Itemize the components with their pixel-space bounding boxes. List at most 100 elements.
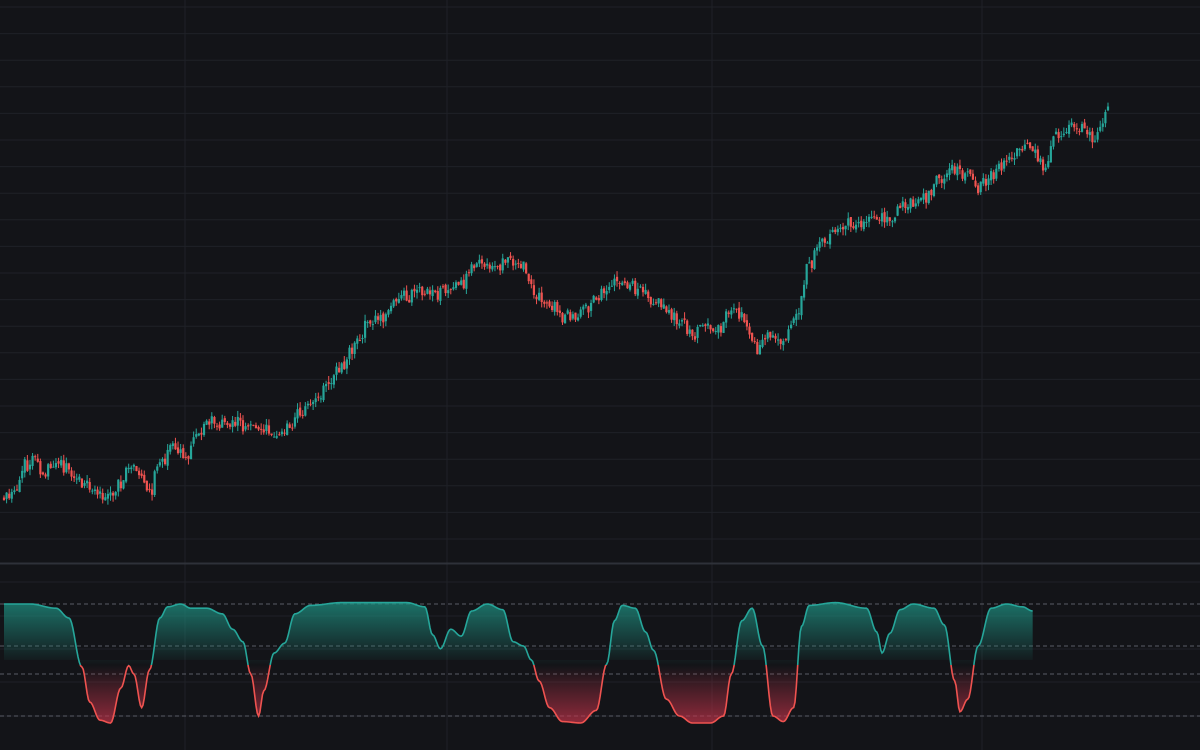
candle-body xyxy=(917,199,920,204)
candle-body xyxy=(392,300,395,307)
candle-body xyxy=(961,170,964,179)
candle-body xyxy=(163,458,167,465)
candle-body xyxy=(730,310,733,315)
candle-body xyxy=(649,297,652,305)
candle-body xyxy=(563,314,567,324)
candle-body xyxy=(1031,146,1034,152)
candle-body xyxy=(353,342,356,354)
candle-body xyxy=(699,325,702,327)
candle-body xyxy=(932,184,936,196)
candle-body xyxy=(423,293,426,295)
candle-body xyxy=(387,310,390,315)
candle-body xyxy=(145,480,148,491)
candle-body xyxy=(454,282,458,288)
candle-body xyxy=(493,266,497,268)
candle-body xyxy=(83,482,86,486)
candle-body xyxy=(415,289,419,293)
candle-body xyxy=(312,401,315,405)
candle-body xyxy=(995,168,998,179)
candle-body xyxy=(574,312,577,320)
candle-body xyxy=(57,461,60,464)
candle-body xyxy=(813,250,816,269)
candle-body xyxy=(792,318,795,323)
candle-body xyxy=(480,259,484,264)
candle-body xyxy=(104,497,107,501)
candle-body xyxy=(361,338,364,340)
candle-body xyxy=(296,409,299,419)
candle-body xyxy=(343,361,346,370)
candle-body xyxy=(119,481,122,489)
candle-body xyxy=(589,302,593,311)
candle-body xyxy=(753,341,756,343)
candle-body xyxy=(460,280,463,285)
candle-body xyxy=(1091,131,1094,143)
candle-body xyxy=(644,289,647,294)
candle-body xyxy=(293,417,297,427)
candle-body xyxy=(265,424,268,431)
candle-body xyxy=(247,425,250,427)
candle-body xyxy=(96,489,99,495)
candle-body xyxy=(234,421,237,426)
candle-body xyxy=(841,226,845,230)
candle-body xyxy=(758,344,762,355)
candle-body xyxy=(732,308,736,310)
candle-body xyxy=(680,320,684,322)
candle-body xyxy=(522,261,525,270)
candle-body xyxy=(688,329,691,334)
candle-body xyxy=(15,489,19,491)
candle-body xyxy=(756,342,759,355)
candle-body xyxy=(382,313,385,323)
candle-body xyxy=(686,320,689,334)
candle-body xyxy=(1075,128,1078,130)
candle-body xyxy=(569,312,572,321)
candle-body xyxy=(548,301,551,307)
candle-body xyxy=(80,478,84,488)
candle-body xyxy=(771,335,774,338)
candle-body xyxy=(1052,136,1055,147)
candle-body xyxy=(1026,142,1029,144)
candle-body xyxy=(891,221,894,223)
candle-body xyxy=(997,163,1000,169)
candle-body xyxy=(70,470,73,477)
candle-body xyxy=(350,347,354,354)
candle-body xyxy=(538,292,541,301)
candle-body xyxy=(1086,130,1089,135)
candle-body xyxy=(748,326,751,335)
candle-body xyxy=(338,367,341,373)
candle-body xyxy=(1101,123,1104,127)
candle-body xyxy=(1034,149,1037,153)
candle-body xyxy=(888,217,891,221)
candle-body xyxy=(171,443,174,447)
candle-body xyxy=(436,291,439,300)
candle-body xyxy=(901,201,904,207)
candle-body xyxy=(304,406,307,416)
candle-body xyxy=(982,178,985,184)
candle-body xyxy=(673,312,676,321)
candle-body xyxy=(457,281,460,285)
candle-body xyxy=(514,263,517,265)
candle-body xyxy=(810,260,813,268)
candle-body xyxy=(18,479,21,493)
candle-body xyxy=(106,493,110,499)
candle-body xyxy=(818,241,821,248)
candle-body xyxy=(618,282,621,284)
candle-body xyxy=(886,216,889,223)
candle-body xyxy=(379,314,382,321)
candle-body xyxy=(675,313,678,325)
candle-body xyxy=(784,339,787,341)
candle-body xyxy=(140,473,143,476)
candle-body xyxy=(260,428,263,430)
candle-body xyxy=(543,301,546,304)
candle-body xyxy=(623,281,626,284)
candle-body xyxy=(267,425,271,434)
candle-body xyxy=(395,298,398,302)
candle-body xyxy=(927,190,930,204)
candle-body xyxy=(571,314,574,319)
candle-body xyxy=(330,383,333,385)
candle-body xyxy=(777,339,780,341)
candle-body xyxy=(158,462,161,466)
candle-body xyxy=(922,193,925,200)
candle-body xyxy=(52,466,55,468)
candle-body xyxy=(426,288,429,294)
candle-body xyxy=(735,308,738,310)
